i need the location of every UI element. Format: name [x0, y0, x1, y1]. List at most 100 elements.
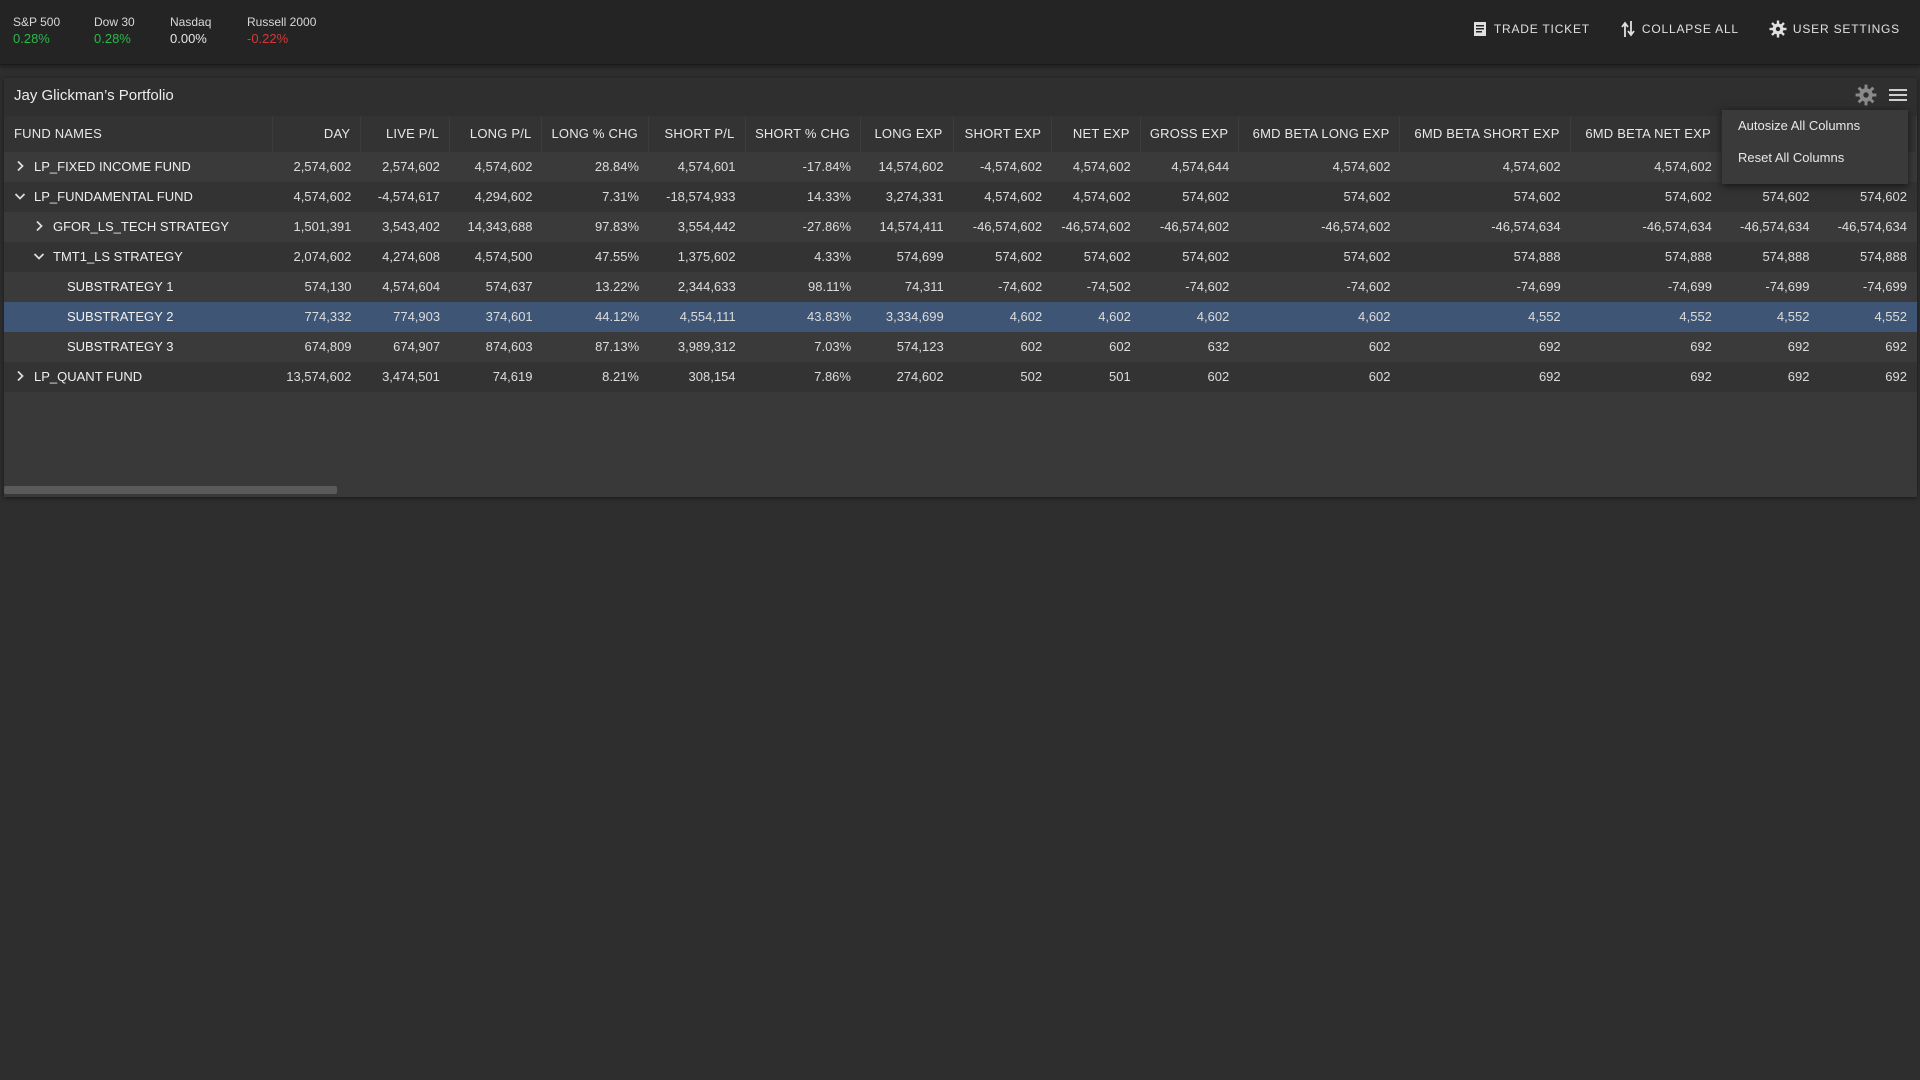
value-cell[interactable]: 3,543,402 — [361, 212, 450, 242]
value-cell[interactable]: 574,130 — [273, 272, 362, 302]
value-cell[interactable]: 602 — [1239, 362, 1400, 392]
value-cell[interactable]: -46,574,634 — [1819, 212, 1917, 242]
value-cell[interactable]: 4,574,602 — [1052, 152, 1141, 182]
value-cell[interactable]: -74,602 — [1239, 272, 1400, 302]
value-cell[interactable]: -74,602 — [954, 272, 1053, 302]
value-cell[interactable]: -46,574,634 — [1722, 212, 1820, 242]
value-cell[interactable]: 4,552 — [1401, 302, 1571, 332]
value-cell[interactable]: -27.86% — [746, 212, 861, 242]
col-header-long-exp[interactable]: LONG EXP — [861, 116, 954, 152]
value-cell[interactable]: -74,699 — [1401, 272, 1571, 302]
value-cell[interactable]: 14,574,411 — [861, 212, 954, 242]
fund-name-cell[interactable]: LP_FIXED INCOME FUND — [4, 152, 273, 182]
value-cell[interactable]: 574,602 — [1141, 182, 1240, 212]
chevron-down-icon[interactable] — [14, 183, 28, 212]
value-cell[interactable]: 574,699 — [861, 242, 954, 272]
value-cell[interactable]: 692 — [1722, 332, 1820, 362]
col-header-short-exp[interactable]: SHORT EXP — [954, 116, 1053, 152]
value-cell[interactable]: 4,554,111 — [649, 302, 746, 332]
column-settings-gear-icon[interactable] — [1855, 84, 1877, 111]
fund-name-cell[interactable]: SUBSTRATEGY 3 — [4, 332, 273, 362]
value-cell[interactable]: 692 — [1571, 362, 1722, 392]
value-cell[interactable]: 574,602 — [1052, 242, 1141, 272]
value-cell[interactable]: 374,601 — [450, 302, 543, 332]
value-cell[interactable]: 574,602 — [1571, 182, 1722, 212]
chevron-right-icon[interactable] — [14, 363, 28, 392]
value-cell[interactable]: 4.33% — [746, 242, 861, 272]
value-cell[interactable]: 602 — [1052, 332, 1141, 362]
value-cell[interactable]: 74,311 — [861, 272, 954, 302]
value-cell[interactable]: 2,074,602 — [273, 242, 362, 272]
value-cell[interactable]: 574,123 — [861, 332, 954, 362]
value-cell[interactable]: 1,501,391 — [273, 212, 362, 242]
chevron-right-icon[interactable] — [14, 153, 28, 182]
chevron-right-icon[interactable] — [33, 213, 47, 242]
value-cell[interactable]: 2,574,602 — [361, 152, 450, 182]
collapse-all-button[interactable]: COLLAPSE ALL — [1620, 20, 1739, 38]
autosize-all-columns-item[interactable]: Autosize All Columns — [1722, 110, 1908, 142]
value-cell[interactable]: 3,274,331 — [861, 182, 954, 212]
value-cell[interactable]: 14.33% — [746, 182, 861, 212]
horizontal-scrollbar[interactable] — [4, 486, 337, 494]
fund-name-cell[interactable]: LP_FUNDAMENTAL FUND — [4, 182, 273, 212]
value-cell[interactable]: 574,602 — [1141, 242, 1240, 272]
value-cell[interactable]: -46,574,634 — [1571, 212, 1722, 242]
value-cell[interactable]: 674,809 — [273, 332, 362, 362]
table-row[interactable]: LP_FUNDAMENTAL FUND 4,574,602 -4,574,617 4,… — [4, 182, 1917, 212]
value-cell[interactable]: 43.83% — [746, 302, 861, 332]
col-header-short-pl[interactable]: SHORT P/L — [649, 116, 746, 152]
table-row[interactable]: LP_QUANT FUND 13,574,602 3,474,501 74,619 8.… — [4, 362, 1917, 392]
value-cell[interactable]: -46,574,602 — [1052, 212, 1141, 242]
col-header-live-pl[interactable]: LIVE P/L — [361, 116, 450, 152]
value-cell[interactable]: 3,554,442 — [649, 212, 746, 242]
value-cell[interactable]: 4,602 — [1052, 302, 1141, 332]
value-cell[interactable]: 574,602 — [1819, 182, 1917, 212]
value-cell[interactable]: 602 — [1239, 332, 1400, 362]
hamburger-menu-icon[interactable] — [1887, 84, 1909, 111]
value-cell[interactable]: 4,574,602 — [1400, 152, 1570, 182]
value-cell[interactable]: 4,274,608 — [361, 242, 450, 272]
value-cell[interactable]: 7.86% — [746, 362, 861, 392]
value-cell[interactable]: -74,699 — [1722, 272, 1820, 302]
value-cell[interactable]: 632 — [1141, 332, 1240, 362]
value-cell[interactable]: 502 — [954, 362, 1053, 392]
value-cell[interactable]: 4,574,602 — [1239, 152, 1400, 182]
value-cell[interactable]: 28.84% — [542, 152, 649, 182]
value-cell[interactable]: 574,602 — [1722, 182, 1820, 212]
table-row[interactable]: LP_FIXED INCOME FUND 2,574,602 2,574,602 4,… — [4, 152, 1917, 182]
value-cell[interactable]: 3,989,312 — [649, 332, 746, 362]
fund-name-cell[interactable]: SUBSTRATEGY 1 — [4, 272, 273, 302]
col-header-6md-beta-short-exp[interactable]: 6MD BETA SHORT EXP — [1400, 116, 1571, 152]
value-cell[interactable]: 98.11% — [746, 272, 861, 302]
value-cell[interactable]: 574,602 — [1239, 242, 1400, 272]
value-cell[interactable]: 602 — [1141, 362, 1240, 392]
value-cell[interactable]: 692 — [1400, 362, 1570, 392]
value-cell[interactable]: 4,574,602 — [1571, 152, 1722, 182]
value-cell[interactable]: 4,574,604 — [362, 272, 451, 302]
table-row[interactable]: TMT1_LS STRATEGY 2,074,602 4,274,608 4,574,… — [4, 242, 1917, 272]
value-cell[interactable]: 97.83% — [543, 212, 650, 242]
value-cell[interactable]: 4,602 — [954, 302, 1053, 332]
value-cell[interactable]: 4,574,602 — [273, 182, 362, 212]
value-cell[interactable]: 8.21% — [542, 362, 649, 392]
value-cell[interactable]: 1,375,602 — [649, 242, 746, 272]
value-cell[interactable]: 7.03% — [746, 332, 861, 362]
value-cell[interactable]: 4,294,602 — [450, 182, 543, 212]
fund-name-cell[interactable]: GFOR_LS_TECH STRATEGY — [4, 212, 273, 242]
fund-name-cell[interactable]: LP_QUANT FUND — [4, 362, 273, 392]
col-header-long-pl[interactable]: LONG P/L — [450, 116, 543, 152]
value-cell[interactable]: -18,574,933 — [649, 182, 746, 212]
col-header-6md-beta-long-exp[interactable]: 6MD BETA LONG EXP — [1239, 116, 1401, 152]
value-cell[interactable]: 874,603 — [450, 332, 543, 362]
col-header-fund-names[interactable]: FUND NAMES — [4, 116, 273, 152]
col-header-gross-exp[interactable]: GROSS EXP — [1141, 116, 1240, 152]
value-cell[interactable]: 574,888 — [1819, 242, 1917, 272]
value-cell[interactable]: 3,334,699 — [861, 302, 954, 332]
value-cell[interactable]: -74,602 — [1141, 272, 1240, 302]
value-cell[interactable]: -46,574,602 — [954, 212, 1053, 242]
value-cell[interactable]: 14,343,688 — [450, 212, 543, 242]
value-cell[interactable]: 574,888 — [1571, 242, 1722, 272]
col-header-long-pct-chg[interactable]: LONG % CHG — [542, 116, 649, 152]
col-header-day[interactable]: DAY — [273, 116, 362, 152]
table-row[interactable]: SUBSTRATEGY 1 574,130 4,574,604 574,637 13.2… — [4, 272, 1917, 302]
